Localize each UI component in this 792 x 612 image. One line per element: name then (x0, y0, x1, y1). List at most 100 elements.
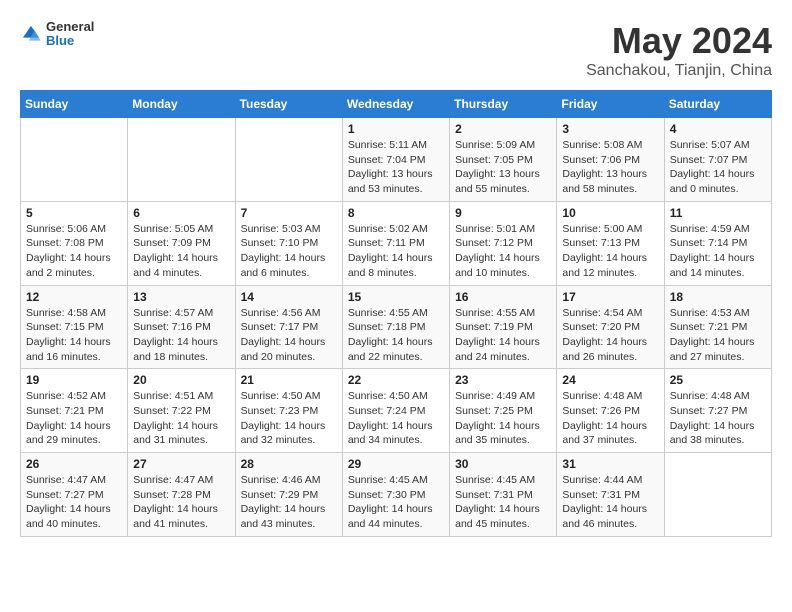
day-info: Sunrise: 5:11 AMSunset: 7:04 PMDaylight:… (348, 138, 444, 197)
day-info: Sunrise: 5:08 AMSunset: 7:06 PMDaylight:… (562, 138, 658, 197)
day-info: Sunrise: 4:47 AMSunset: 7:28 PMDaylight:… (133, 473, 229, 532)
day-cell: 22 Sunrise: 4:50 AMSunset: 7:24 PMDayligh… (342, 369, 449, 453)
day-number: 12 (26, 290, 122, 304)
day-number: 29 (348, 457, 444, 471)
day-cell (664, 453, 771, 537)
day-cell: 25 Sunrise: 4:48 AMSunset: 7:27 PMDayligh… (664, 369, 771, 453)
day-cell: 14 Sunrise: 4:56 AMSunset: 7:17 PMDayligh… (235, 285, 342, 369)
day-number: 5 (26, 206, 122, 220)
day-cell: 24Sunrise: 4:48 AMSunset: 7:26 PMDayligh… (557, 369, 664, 453)
day-number: 10 (562, 206, 658, 220)
day-info: Sunrise: 4:50 AMSunset: 7:23 PMDaylight:… (241, 389, 337, 448)
day-info: Sunrise: 5:06 AMSunset: 7:08 PMDaylight:… (26, 222, 122, 281)
logo-icon (20, 23, 42, 45)
day-cell (128, 118, 235, 202)
day-cell: 16Sunrise: 4:55 AMSunset: 7:19 PMDayligh… (450, 285, 557, 369)
day-cell: 17 Sunrise: 4:54 AMSunset: 7:20 PMDayligh… (557, 285, 664, 369)
day-info: Sunrise: 5:01 AMSunset: 7:12 PMDaylight:… (455, 222, 551, 281)
day-info: Sunrise: 4:47 AMSunset: 7:27 PMDaylight:… (26, 473, 122, 532)
day-cell (235, 118, 342, 202)
day-number: 3 (562, 122, 658, 136)
day-info: Sunrise: 4:48 AMSunset: 7:26 PMDaylight:… (562, 389, 658, 448)
day-cell: 2Sunrise: 5:09 AMSunset: 7:05 PMDaylight… (450, 118, 557, 202)
header-tuesday: Tuesday (235, 91, 342, 118)
day-info: Sunrise: 5:03 AMSunset: 7:10 PMDaylight:… (241, 222, 337, 281)
day-cell: 23 Sunrise: 4:49 AMSunset: 7:25 PMDayligh… (450, 369, 557, 453)
day-cell: 12 Sunrise: 4:58 AMSunset: 7:15 PMDayligh… (21, 285, 128, 369)
day-cell: 13Sunrise: 4:57 AMSunset: 7:16 PMDayligh… (128, 285, 235, 369)
day-cell: 18 Sunrise: 4:53 AMSunset: 7:21 PMDayligh… (664, 285, 771, 369)
header-row: SundayMondayTuesdayWednesdayThursdayFrid… (21, 91, 772, 118)
day-cell: 21 Sunrise: 4:50 AMSunset: 7:23 PMDayligh… (235, 369, 342, 453)
day-cell: 29 Sunrise: 4:45 AMSunset: 7:30 PMDayligh… (342, 453, 449, 537)
header-friday: Friday (557, 91, 664, 118)
day-number: 28 (241, 457, 337, 471)
day-number: 8 (348, 206, 444, 220)
day-cell: 26Sunrise: 4:47 AMSunset: 7:27 PMDayligh… (21, 453, 128, 537)
header-saturday: Saturday (664, 91, 771, 118)
day-number: 25 (670, 373, 766, 387)
week-row-4: 26Sunrise: 4:47 AMSunset: 7:27 PMDayligh… (21, 453, 772, 537)
day-number: 23 (455, 373, 551, 387)
day-cell (21, 118, 128, 202)
day-info: Sunrise: 5:07 AMSunset: 7:07 PMDaylight:… (670, 138, 766, 197)
day-info: Sunrise: 5:02 AMSunset: 7:11 PMDaylight:… (348, 222, 444, 281)
day-info: Sunrise: 4:52 AMSunset: 7:21 PMDaylight:… (26, 389, 122, 448)
day-number: 4 (670, 122, 766, 136)
day-cell: 11Sunrise: 4:59 AMSunset: 7:14 PMDayligh… (664, 201, 771, 285)
page-header: General Blue May 2024 Sanchakou, Tianjin… (20, 20, 772, 80)
day-info: Sunrise: 4:49 AMSunset: 7:25 PMDaylight:… (455, 389, 551, 448)
day-cell: 31 Sunrise: 4:44 AMSunset: 7:31 PMDayligh… (557, 453, 664, 537)
calendar-header: SundayMondayTuesdayWednesdayThursdayFrid… (21, 91, 772, 118)
day-cell: 28 Sunrise: 4:46 AMSunset: 7:29 PMDayligh… (235, 453, 342, 537)
day-number: 6 (133, 206, 229, 220)
day-info: Sunrise: 4:44 AMSunset: 7:31 PMDaylight:… (562, 473, 658, 532)
day-info: Sunrise: 4:53 AMSunset: 7:21 PMDaylight:… (670, 306, 766, 365)
day-info: Sunrise: 4:51 AMSunset: 7:22 PMDaylight:… (133, 389, 229, 448)
day-number: 9 (455, 206, 551, 220)
day-info: Sunrise: 4:55 AMSunset: 7:18 PMDaylight:… (348, 306, 444, 365)
day-info: Sunrise: 5:05 AMSunset: 7:09 PMDaylight:… (133, 222, 229, 281)
day-cell: 4 Sunrise: 5:07 AMSunset: 7:07 PMDaylight… (664, 118, 771, 202)
week-row-0: 1Sunrise: 5:11 AMSunset: 7:04 PMDaylight… (21, 118, 772, 202)
day-number: 17 (562, 290, 658, 304)
day-cell: 6 Sunrise: 5:05 AMSunset: 7:09 PMDaylight… (128, 201, 235, 285)
day-info: Sunrise: 5:00 AMSunset: 7:13 PMDaylight:… (562, 222, 658, 281)
day-info: Sunrise: 4:45 AMSunset: 7:31 PMDaylight:… (455, 473, 551, 532)
header-sunday: Sunday (21, 91, 128, 118)
header-wednesday: Wednesday (342, 91, 449, 118)
day-info: Sunrise: 4:48 AMSunset: 7:27 PMDaylight:… (670, 389, 766, 448)
day-info: Sunrise: 4:54 AMSunset: 7:20 PMDaylight:… (562, 306, 658, 365)
day-number: 31 (562, 457, 658, 471)
day-number: 14 (241, 290, 337, 304)
day-number: 20 (133, 373, 229, 387)
day-info: Sunrise: 4:58 AMSunset: 7:15 PMDaylight:… (26, 306, 122, 365)
day-number: 27 (133, 457, 229, 471)
day-info: Sunrise: 5:09 AMSunset: 7:05 PMDaylight:… (455, 138, 551, 197)
month-title: May 2024 (586, 20, 772, 62)
day-number: 21 (241, 373, 337, 387)
day-number: 18 (670, 290, 766, 304)
day-cell: 5 Sunrise: 5:06 AMSunset: 7:08 PMDaylight… (21, 201, 128, 285)
day-number: 16 (455, 290, 551, 304)
day-cell: 9 Sunrise: 5:01 AMSunset: 7:12 PMDaylight… (450, 201, 557, 285)
day-cell: 10 Sunrise: 5:00 AMSunset: 7:13 PMDayligh… (557, 201, 664, 285)
day-number: 13 (133, 290, 229, 304)
day-number: 22 (348, 373, 444, 387)
day-cell: 7Sunrise: 5:03 AMSunset: 7:10 PMDaylight… (235, 201, 342, 285)
day-info: Sunrise: 4:45 AMSunset: 7:30 PMDaylight:… (348, 473, 444, 532)
day-cell: 3 Sunrise: 5:08 AMSunset: 7:06 PMDaylight… (557, 118, 664, 202)
calendar-body: 1Sunrise: 5:11 AMSunset: 7:04 PMDaylight… (21, 118, 772, 537)
header-thursday: Thursday (450, 91, 557, 118)
day-number: 15 (348, 290, 444, 304)
day-info: Sunrise: 4:46 AMSunset: 7:29 PMDaylight:… (241, 473, 337, 532)
location-title: Sanchakou, Tianjin, China (586, 62, 772, 80)
logo-general: General (46, 20, 94, 34)
day-number: 19 (26, 373, 122, 387)
logo-blue: Blue (46, 34, 94, 48)
day-info: Sunrise: 4:56 AMSunset: 7:17 PMDaylight:… (241, 306, 337, 365)
week-row-1: 5 Sunrise: 5:06 AMSunset: 7:08 PMDaylight… (21, 201, 772, 285)
day-info: Sunrise: 4:59 AMSunset: 7:14 PMDaylight:… (670, 222, 766, 281)
day-info: Sunrise: 4:50 AMSunset: 7:24 PMDaylight:… (348, 389, 444, 448)
day-cell: 15 Sunrise: 4:55 AMSunset: 7:18 PMDayligh… (342, 285, 449, 369)
